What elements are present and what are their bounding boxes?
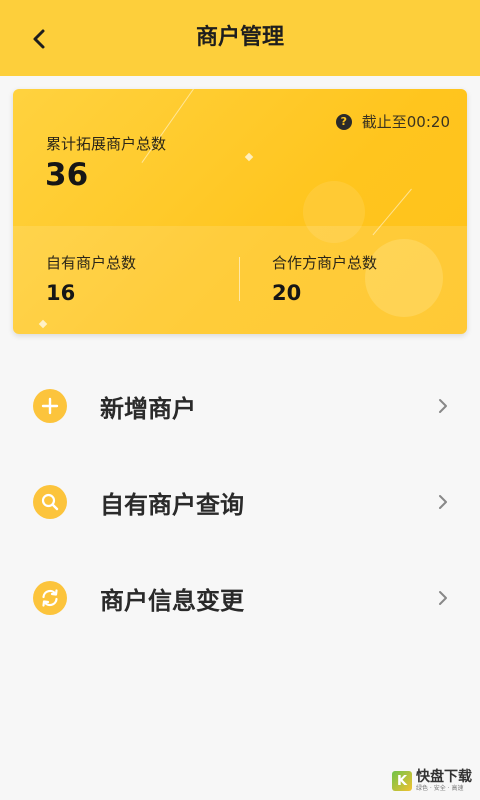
app-header: 商户管理 [0, 0, 480, 76]
own-merchants-stat: 自有商户总数 16 [46, 252, 136, 305]
summary-card: ? 截止至00:20 累计拓展商户总数 36 自有商户总数 16 合作方商户总数… [13, 89, 467, 334]
stat-divider [239, 257, 240, 301]
watermark-sub-text: 绿色 · 安全 · 高速 [416, 785, 464, 792]
watermark: K 快盘下载 绿色 · 安全 · 高速 [392, 770, 472, 792]
cutoff-time-text: 截止至00:20 [361, 113, 450, 131]
refresh-circle-icon [33, 581, 67, 615]
watermark-logo-icon: K [392, 771, 412, 791]
chevron-right-icon [436, 591, 450, 605]
plus-circle-icon [33, 389, 67, 423]
chevron-left-icon [33, 29, 45, 49]
watermark-main-text: 快盘下载 [416, 769, 472, 785]
decoration-circle [303, 181, 365, 243]
search-circle-icon [33, 485, 67, 519]
watermark-text: 快盘下载 绿色 · 安全 · 高速 [416, 770, 472, 792]
menu-item-own-merchant-query[interactable]: 自有商户查询 [0, 465, 480, 539]
cutoff-time: ? 截止至00:20 [335, 111, 450, 132]
partner-merchants-value: 20 [272, 281, 302, 305]
partner-merchants-stat: 合作方商户总数 20 [272, 252, 377, 305]
page-title: 商户管理 [195, 25, 284, 50]
own-merchants-label: 自有商户总数 [46, 254, 137, 272]
help-icon[interactable]: ? [335, 113, 352, 130]
menu-item-label: 自有商户查询 [100, 490, 244, 519]
menu-item-add-merchant[interactable]: 新增商户 [0, 369, 480, 443]
back-button[interactable] [22, 22, 56, 56]
total-merchants-value: 36 [45, 157, 89, 193]
menu-item-label: 商户信息变更 [100, 586, 244, 615]
chevron-right-icon [436, 495, 450, 509]
total-merchants-label: 累计拓展商户总数 [46, 135, 167, 153]
partner-merchants-label: 合作方商户总数 [272, 254, 378, 272]
menu-item-merchant-info-change[interactable]: 商户信息变更 [0, 561, 480, 635]
sparkle-decoration [244, 152, 254, 162]
own-merchants-value: 16 [46, 281, 76, 305]
menu-item-label: 新增商户 [100, 394, 196, 423]
chevron-right-icon [436, 399, 450, 413]
